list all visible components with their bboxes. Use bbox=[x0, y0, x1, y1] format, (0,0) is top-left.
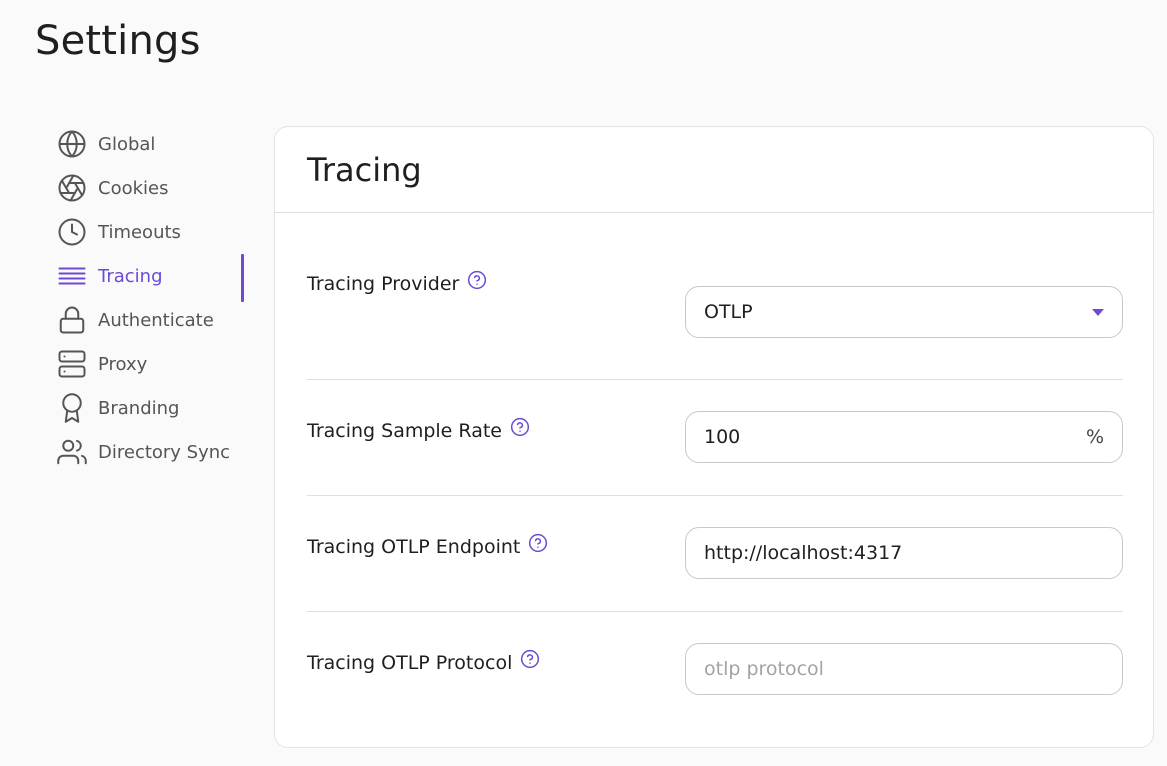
sidebar-item-cookies[interactable]: Cookies bbox=[56, 166, 246, 210]
tracing-provider-value: OTLP bbox=[704, 301, 753, 323]
tracing-sample-rate-input[interactable]: 100 % bbox=[685, 411, 1123, 463]
tracing-endpoint-value: http://localhost:4317 bbox=[704, 542, 903, 564]
sidebar-item-label: Cookies bbox=[98, 177, 169, 199]
tracing-protocol-label-text: Tracing OTLP Protocol bbox=[307, 652, 513, 674]
users-icon bbox=[56, 436, 88, 468]
help-icon[interactable] bbox=[528, 533, 548, 553]
tracing-endpoint-input[interactable]: http://localhost:4317 bbox=[685, 527, 1123, 579]
tracing-endpoint-label-text: Tracing OTLP Endpoint bbox=[307, 536, 521, 558]
tracing-sample-rate-value: 100 bbox=[704, 426, 741, 448]
sidebar-item-global[interactable]: Global bbox=[56, 122, 246, 166]
sidebar-item-label: Branding bbox=[98, 397, 180, 419]
sidebar-item-label: Global bbox=[98, 133, 156, 155]
sidebar-item-timeouts[interactable]: Timeouts bbox=[56, 210, 246, 254]
sidebar-item-label: Directory Sync bbox=[98, 441, 231, 463]
sidebar-item-directory-sync[interactable]: Directory Sync bbox=[56, 430, 246, 474]
globe-icon bbox=[56, 128, 88, 160]
tracing-endpoint-row: Tracing OTLP Endpoint http://localhost:4… bbox=[307, 496, 1123, 612]
card-title: Tracing bbox=[307, 150, 422, 189]
aperture-icon bbox=[56, 172, 88, 204]
tracing-settings-card: Tracing Tracing Provider OTLP Tracing Sa… bbox=[274, 126, 1154, 748]
tracing-sample-rate-label: Tracing Sample Rate bbox=[307, 417, 530, 442]
percent-suffix: % bbox=[1085, 426, 1104, 448]
page-title: Settings bbox=[35, 18, 201, 64]
tracing-protocol-placeholder: otlp protocol bbox=[704, 658, 824, 680]
server-icon bbox=[56, 348, 88, 380]
sidebar-item-label: Tracing bbox=[98, 265, 163, 287]
sidebar-item-tracing[interactable]: Tracing bbox=[56, 254, 246, 302]
tracing-provider-label: Tracing Provider bbox=[307, 270, 487, 295]
sidebar-item-proxy[interactable]: Proxy bbox=[56, 342, 246, 386]
help-icon[interactable] bbox=[510, 417, 530, 437]
tracing-protocol-label: Tracing OTLP Protocol bbox=[307, 649, 540, 674]
tracing-protocol-input[interactable]: otlp protocol bbox=[685, 643, 1123, 695]
tracing-endpoint-label: Tracing OTLP Endpoint bbox=[307, 533, 548, 558]
sidebar-item-label: Authenticate bbox=[98, 309, 214, 331]
tracing-protocol-row: Tracing OTLP Protocol otlp protocol bbox=[307, 612, 1123, 728]
tracing-provider-select[interactable]: OTLP bbox=[685, 286, 1123, 338]
sidebar-item-authenticate[interactable]: Authenticate bbox=[56, 298, 246, 342]
lock-icon bbox=[56, 304, 88, 336]
sidebar-item-label: Proxy bbox=[98, 353, 148, 375]
tracing-provider-label-text: Tracing Provider bbox=[307, 273, 460, 295]
help-icon[interactable] bbox=[467, 270, 487, 290]
sidebar-item-label: Timeouts bbox=[98, 221, 181, 243]
chevron-down-icon bbox=[1092, 308, 1104, 316]
card-header: Tracing bbox=[275, 127, 1153, 213]
sidebar-item-branding[interactable]: Branding bbox=[56, 386, 246, 430]
settings-sidebar: Global Cookies Timeouts Tracing Authenti… bbox=[56, 122, 246, 474]
award-icon bbox=[56, 392, 88, 424]
tracing-sample-rate-label-text: Tracing Sample Rate bbox=[307, 420, 502, 442]
help-icon[interactable] bbox=[520, 649, 540, 669]
lines-icon bbox=[56, 260, 88, 292]
tracing-sample-rate-row: Tracing Sample Rate 100 % bbox=[307, 380, 1123, 496]
tracing-provider-row: Tracing Provider OTLP bbox=[307, 213, 1123, 380]
clock-icon bbox=[56, 216, 88, 248]
